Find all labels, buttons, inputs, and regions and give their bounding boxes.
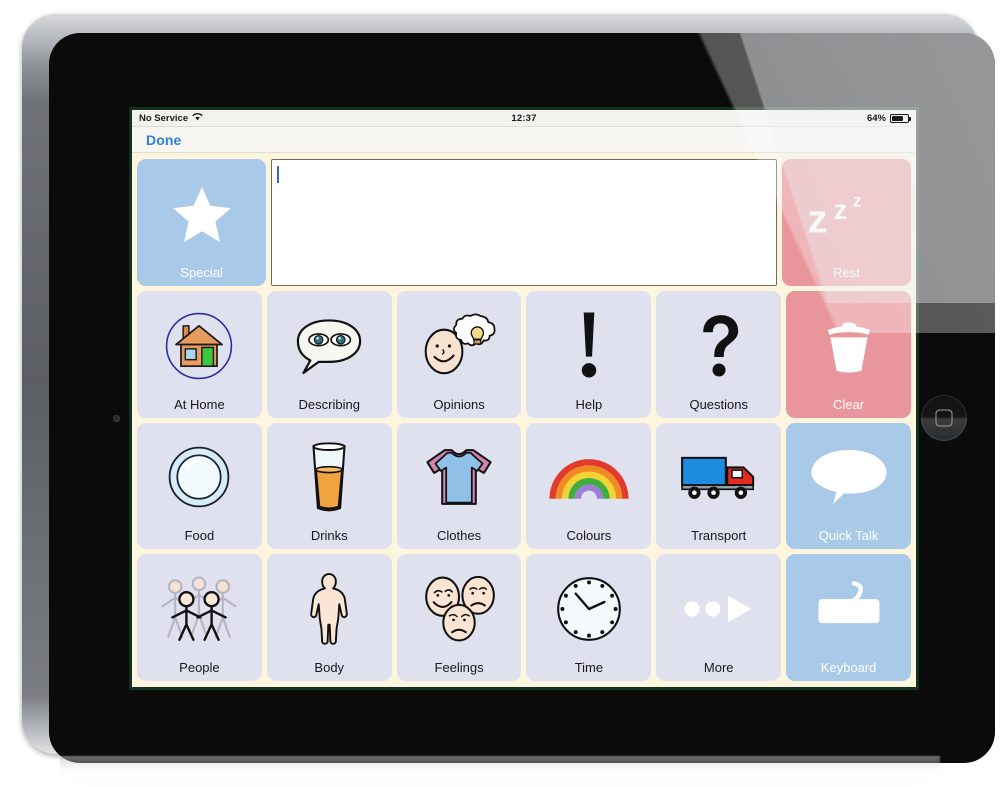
svg-text:z: z <box>808 198 828 241</box>
grid-cell-keyboard[interactable]: Keyboard <box>786 554 911 681</box>
status-bar-right: 64% <box>866 112 911 124</box>
grid-cell-drinks[interactable]: Drinks <box>266 422 392 550</box>
grid-cell-describing[interactable]: Describing <box>266 290 392 418</box>
rainbow-icon <box>528 428 649 528</box>
speech-bubble-eyes-icon <box>269 296 390 396</box>
grid-cell-label: Help <box>575 396 603 412</box>
grid-cell-label: Special <box>180 264 223 280</box>
grid-cell-body[interactable]: Body <box>266 554 392 681</box>
grid-cell-label: Quick Talk <box>818 528 879 544</box>
grid-cell-quick-talk[interactable]: Quick Talk <box>786 422 911 550</box>
ipad-device-frame: No Service 12:37 64% Done Special z z z … <box>22 14 995 763</box>
star-icon <box>139 164 264 264</box>
done-button[interactable]: Done <box>146 132 181 148</box>
home-button[interactable] <box>921 395 967 441</box>
svg-text:z: z <box>834 194 848 225</box>
tshirt-icon <box>399 428 520 528</box>
grid-cell-label: Drinks <box>310 528 348 544</box>
grid-cell-opinions[interactable]: Opinions <box>396 290 522 418</box>
clock-icon <box>528 559 649 659</box>
speech-bubble-icon <box>788 428 909 528</box>
grid-cell-more[interactable]: More <box>656 554 782 681</box>
more-arrow-icon <box>658 559 779 659</box>
grid-cell-label: Colours <box>566 528 612 544</box>
grid-cell-label: Rest <box>833 264 860 280</box>
grid-cell-label: Describing <box>298 396 360 412</box>
grid-row: Special z z z Rest <box>137 159 911 286</box>
text-caret <box>277 166 280 183</box>
symbol-grid: Special z z z Rest At Home Describing Op… <box>132 153 916 687</box>
grid-cell-label: People <box>179 660 220 676</box>
home-button-square-icon <box>935 409 953 427</box>
grid-cell-questions[interactable]: Questions <box>656 290 782 418</box>
grid-cell-label: At Home <box>174 396 225 412</box>
grid-cell-colours[interactable]: Colours <box>526 422 652 550</box>
screenshot-stage: No Service 12:37 64% Done Special z z z … <box>0 0 1000 787</box>
grid-cell-label: More <box>703 660 734 676</box>
battery-icon <box>890 113 911 123</box>
grid-row: Food Drinks Clothes Colours Transport Qu… <box>137 422 911 550</box>
grid-cell-label: Clothes <box>437 528 482 544</box>
grid-cell-label: Body <box>314 660 345 676</box>
grid-cell-label: Feelings <box>434 660 484 676</box>
three-faces-icon <box>399 559 520 659</box>
message-input[interactable] <box>271 159 777 286</box>
grid-cell-label: Questions <box>689 396 748 412</box>
grid-cell-label: Time <box>574 660 604 676</box>
grid-cell-transport[interactable]: Transport <box>656 422 782 550</box>
grid-cell-time[interactable]: Time <box>526 554 652 681</box>
grid-cell-food[interactable]: Food <box>137 422 262 550</box>
grid-cell-clear[interactable]: Clear <box>786 290 911 418</box>
question-mark-icon <box>658 296 779 396</box>
face-thought-bulb-icon <box>399 296 520 396</box>
navigation-bar: Done <box>132 127 916 153</box>
grid-row: People Body Feelings Time More Keyboard <box>137 554 911 681</box>
trash-can-icon <box>788 296 909 396</box>
front-camera <box>113 415 120 422</box>
grid-cell-label: Food <box>184 528 215 544</box>
ipad-screen-bezel: No Service 12:37 64% Done Special z z z … <box>49 33 995 763</box>
body-outline-icon <box>269 559 390 659</box>
grid-cell-special[interactable]: Special <box>137 159 267 286</box>
zzz-icon: z z z <box>784 164 909 264</box>
house-icon <box>139 296 260 396</box>
battery-percent-label: 64% <box>866 112 886 124</box>
grid-cell-clothes[interactable]: Clothes <box>396 422 522 550</box>
lorry-icon <box>658 428 779 528</box>
keyboard-icon <box>788 559 909 659</box>
device-reflection <box>60 756 940 787</box>
grid-cell-at-home[interactable]: At Home <box>137 290 262 418</box>
plate-icon <box>139 428 260 528</box>
grid-cell-people[interactable]: People <box>137 554 262 681</box>
clock-label: 12:37 <box>511 112 537 124</box>
grid-cell-label: Keyboard <box>820 660 877 676</box>
glass-juice-icon <box>269 428 390 528</box>
exclamation-mark-icon <box>528 296 649 396</box>
svg-text:z: z <box>853 191 862 211</box>
grid-cell-rest[interactable]: z z z Rest <box>781 159 911 286</box>
grid-cell-label: Transport <box>691 528 747 544</box>
status-bar: No Service 12:37 64% <box>132 110 916 127</box>
grid-cell-label: Opinions <box>433 396 485 412</box>
app-screen: No Service 12:37 64% Done Special z z z … <box>129 107 919 690</box>
grid-cell-help[interactable]: Help <box>526 290 652 418</box>
grid-cell-feelings[interactable]: Feelings <box>396 554 522 681</box>
grid-cell-label: Clear <box>833 396 865 412</box>
grid-row: At Home Describing Opinions Help Questio… <box>137 290 911 418</box>
group-of-people-icon <box>139 559 260 659</box>
